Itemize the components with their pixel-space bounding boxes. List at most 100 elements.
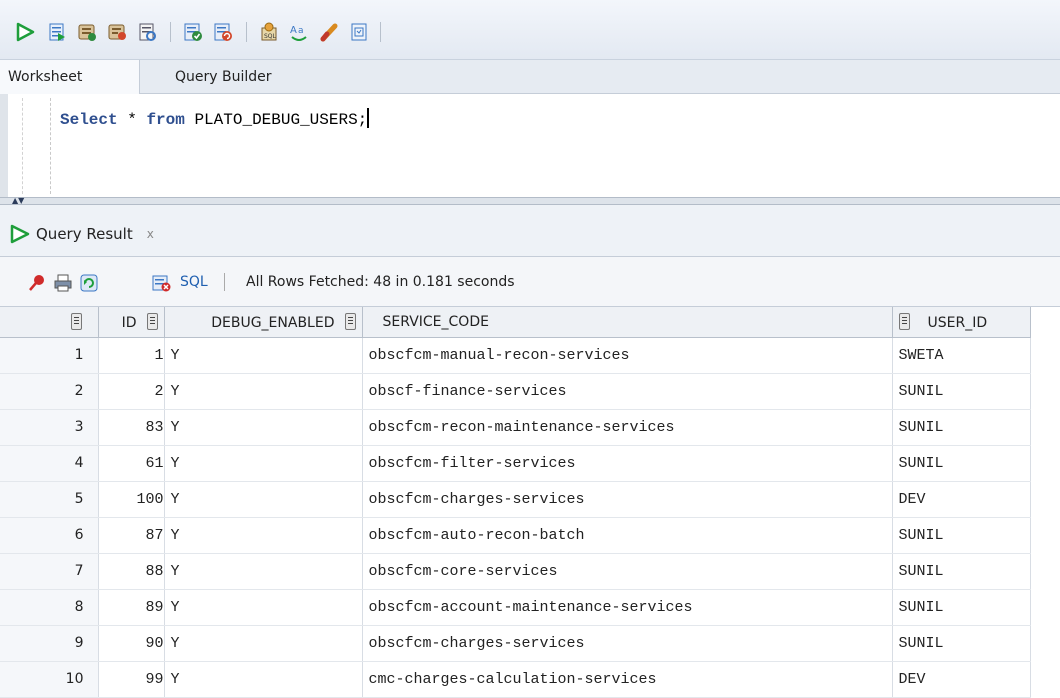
tab-query-result[interactable]: Query Result x xyxy=(10,219,154,249)
cell-service-code[interactable]: obscfcm-account-maintenance-services xyxy=(362,589,893,626)
cell-user-id[interactable]: SWETA xyxy=(892,337,1031,374)
cell-user-id[interactable]: SUNIL xyxy=(892,589,1031,626)
table-row[interactable]: 5 100 Yobscfcm-charges-services DEV xyxy=(0,481,1060,518)
table-row[interactable]: 1 1 Yobscfcm-manual-recon-services SWETA xyxy=(0,337,1060,374)
cell-debug-enabled[interactable]: Y xyxy=(164,553,363,590)
cell-user-id[interactable]: SUNIL xyxy=(892,517,1031,554)
cell-id[interactable]: 100 xyxy=(98,481,165,518)
cell-service-code[interactable]: obscf-finance-services xyxy=(362,373,893,410)
sql-button[interactable]: SQL xyxy=(180,271,208,293)
run-script-icon[interactable] xyxy=(46,21,68,43)
row-number: 2 xyxy=(0,373,99,410)
query-result-label: Query Result xyxy=(36,225,133,243)
pane-splitter[interactable] xyxy=(0,197,1060,205)
rollback-icon[interactable] xyxy=(212,21,234,43)
cell-user-id[interactable]: SUNIL xyxy=(892,553,1031,590)
svg-text:A: A xyxy=(290,25,297,36)
cell-service-code[interactable]: obscfcm-charges-services xyxy=(362,481,893,518)
row-filler xyxy=(1030,661,1060,697)
sql-statement[interactable]: Select * from PLATO_DEBUG_USERS; xyxy=(60,108,370,129)
table-row[interactable]: 4 61 Yobscfcm-filter-services SUNIL xyxy=(0,445,1060,482)
refresh-icon[interactable] xyxy=(78,272,100,294)
result-grid: ID DEBUG_ENABLED SERVICE_CODE USER_ID 11… xyxy=(0,307,1060,698)
print-icon[interactable] xyxy=(52,272,74,294)
row-filler xyxy=(1030,517,1060,553)
cell-user-id[interactable]: SUNIL xyxy=(892,373,1031,410)
cell-debug-enabled[interactable]: Y xyxy=(164,409,363,446)
cell-debug-enabled[interactable]: Y xyxy=(164,445,363,482)
column-header-id[interactable]: ID xyxy=(98,307,165,338)
table-name: PLATO_DEBUG_USERS; xyxy=(194,111,368,129)
cell-id[interactable]: 61 xyxy=(98,445,165,482)
table-row[interactable]: 8 89 Yobscfcm-account-maintenance-services… xyxy=(0,589,1060,626)
cell-debug-enabled[interactable]: Y xyxy=(164,481,363,518)
autotrace-icon[interactable] xyxy=(76,21,98,43)
table-row[interactable]: 7 88 Yobscfcm-core-services SUNIL xyxy=(0,553,1060,590)
table-row[interactable]: 9 90 Yobscfcm-charges-services SUNIL xyxy=(0,625,1060,662)
row-number: 3 xyxy=(0,409,99,446)
cell-debug-enabled[interactable]: Y xyxy=(164,661,363,698)
close-tab-icon[interactable]: x xyxy=(147,219,154,249)
svg-text:SQL: SQL xyxy=(264,33,277,40)
cancel-query-icon[interactable] xyxy=(150,272,172,294)
unshared-sql-worksheet-icon[interactable]: SQL xyxy=(258,21,280,43)
cell-service-code[interactable]: obscfcm-charges-services xyxy=(362,625,893,662)
cell-id[interactable]: 99 xyxy=(98,661,165,698)
cell-id[interactable]: 2 xyxy=(98,373,165,410)
clear-icon[interactable] xyxy=(318,21,340,43)
grid-header-row: ID DEBUG_ENABLED SERVICE_CODE USER_ID xyxy=(0,307,1060,338)
tab-worksheet[interactable]: Worksheet xyxy=(0,60,140,94)
toolbar-separator xyxy=(224,273,225,291)
cell-id[interactable]: 83 xyxy=(98,409,165,446)
column-type-icon xyxy=(898,312,910,330)
splitter-arrows-icon[interactable]: ▲▼ xyxy=(12,197,24,205)
keyword-select: Select xyxy=(60,111,118,129)
cell-service-code[interactable]: cmc-charges-calculation-services xyxy=(362,661,893,698)
table-row[interactable]: 3 83 Yobscfcm-recon-maintenance-services SU… xyxy=(0,409,1060,446)
cell-id[interactable]: 89 xyxy=(98,589,165,626)
commit-icon[interactable] xyxy=(182,21,204,43)
cell-service-code[interactable]: obscfcm-auto-recon-batch xyxy=(362,517,893,554)
cell-debug-enabled[interactable]: Y xyxy=(164,517,363,554)
run-statement-icon[interactable] xyxy=(14,21,36,43)
row-number: 5 xyxy=(0,481,99,518)
row-filler xyxy=(1030,409,1060,445)
cell-id[interactable]: 90 xyxy=(98,625,165,662)
cell-debug-enabled[interactable]: Y xyxy=(164,373,363,410)
tab-query-builder[interactable]: Query Builder xyxy=(175,60,272,94)
column-header-debug-enabled[interactable]: DEBUG_ENABLED xyxy=(164,307,363,338)
cell-service-code[interactable]: obscfcm-filter-services xyxy=(362,445,893,482)
row-filler xyxy=(1030,481,1060,517)
cell-user-id[interactable]: SUNIL xyxy=(892,409,1031,446)
table-row[interactable]: 6 87 Yobscfcm-auto-recon-batch SUNIL xyxy=(0,517,1060,554)
cell-id[interactable]: 1 xyxy=(98,337,165,374)
result-toolbar: SQL All Rows Fetched: 48 in 0.181 second… xyxy=(0,257,1060,307)
run-result-icon xyxy=(10,224,30,244)
svg-text:a: a xyxy=(298,26,304,36)
cell-id[interactable]: 88 xyxy=(98,553,165,590)
row-number: 4 xyxy=(0,445,99,482)
cell-user-id[interactable]: DEV xyxy=(892,481,1031,518)
column-header-service-code[interactable]: SERVICE_CODE xyxy=(362,307,893,338)
cell-debug-enabled[interactable]: Y xyxy=(164,337,363,374)
fetch-status: All Rows Fetched: 48 in 0.181 seconds xyxy=(246,274,515,290)
table-row[interactable]: 10 99 Ycmc-charges-calculation-services DEV xyxy=(0,661,1060,698)
row-number: 1 xyxy=(0,337,99,374)
explain-plan-icon[interactable] xyxy=(106,21,128,43)
cell-user-id[interactable]: SUNIL xyxy=(892,625,1031,662)
table-row[interactable]: 2 2 Yobscf-finance-services SUNIL xyxy=(0,373,1060,410)
cell-service-code[interactable]: obscfcm-recon-maintenance-services xyxy=(362,409,893,446)
cell-debug-enabled[interactable]: Y xyxy=(164,625,363,662)
cell-user-id[interactable]: SUNIL xyxy=(892,445,1031,482)
sql-tuning-advisor-icon[interactable] xyxy=(136,21,158,43)
cell-user-id[interactable]: DEV xyxy=(892,661,1031,698)
column-header-user-id[interactable]: USER_ID xyxy=(892,307,1031,338)
cell-service-code[interactable]: obscfcm-manual-recon-services xyxy=(362,337,893,374)
pin-icon[interactable] xyxy=(26,272,48,294)
cell-debug-enabled[interactable]: Y xyxy=(164,589,363,626)
cell-id[interactable]: 87 xyxy=(98,517,165,554)
sql-history-icon[interactable] xyxy=(348,21,370,43)
format-case-icon[interactable]: Aa xyxy=(288,21,310,43)
cell-service-code[interactable]: obscfcm-core-services xyxy=(362,553,893,590)
keyword-from: from xyxy=(146,111,185,129)
